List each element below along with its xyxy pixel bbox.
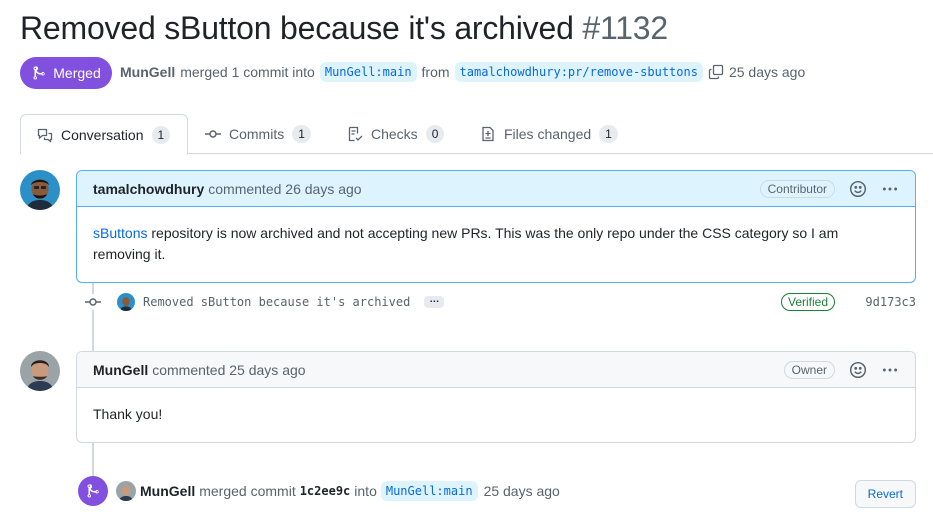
merged-state-badge: Merged	[20, 57, 112, 89]
git-commit-icon	[205, 130, 221, 138]
commit-author-avatar[interactable]	[117, 293, 135, 311]
timeline-line	[92, 442, 94, 476]
author-role-badge: Contributor	[759, 179, 835, 198]
git-commit-icon	[84, 294, 102, 310]
checklist-icon	[348, 126, 363, 142]
comment-author[interactable]: tamalchowdhury	[93, 181, 204, 197]
merge-text: merged commit	[199, 483, 296, 499]
pr-title: Removed sButton because it's archived #1…	[20, 10, 668, 47]
git-merge-icon	[33, 66, 45, 80]
verified-badge[interactable]: Verified	[781, 293, 836, 311]
comment-body: sButtons repository is now archived and …	[77, 207, 915, 281]
tab-conversation-label: Conversation	[61, 126, 144, 143]
comment-mungell: MunGell commented 25 days ago Owner Than…	[76, 351, 916, 443]
tab-files-changed-count: 1	[599, 125, 618, 143]
comment-body-text: repository is now archived and not accep…	[93, 225, 839, 262]
commit-sha[interactable]: 9d173c3	[865, 295, 916, 309]
comment-discussion-icon	[37, 128, 53, 143]
into-text: into	[354, 483, 377, 499]
commit-expand-button[interactable]: …	[424, 295, 445, 308]
tab-checks-count: 0	[425, 125, 445, 143]
merge-base-branch[interactable]: MunGell:main	[380, 481, 478, 501]
pr-author-link[interactable]: MunGell	[120, 64, 175, 80]
pr-meta: MunGell merged 1 commit into MunGell:mai…	[120, 62, 805, 82]
revert-button[interactable]: Revert	[854, 480, 916, 508]
tab-checks-label: Checks	[371, 126, 418, 142]
smiley-icon[interactable]	[849, 180, 867, 198]
tab-checks[interactable]: Checks 0	[347, 114, 445, 154]
comment-body: Thank you!	[93, 406, 163, 422]
tab-conversation[interactable]: Conversation 1	[20, 114, 188, 155]
commit-event: Removed sButton because it's archived … …	[84, 290, 916, 314]
comment-timestamp[interactable]: commented 26 days ago	[208, 181, 361, 197]
merge-author[interactable]: MunGell	[140, 483, 195, 499]
head-branch[interactable]: tamalchowdhury:pr/remove-sbuttons	[454, 62, 703, 82]
smiley-icon[interactable]	[849, 361, 867, 379]
kebab-horizontal-icon[interactable]	[881, 180, 899, 198]
kebab-horizontal-icon[interactable]	[881, 361, 899, 379]
merge-author-avatar[interactable]	[116, 481, 136, 501]
commit-message[interactable]: Removed sButton because it's archived	[143, 295, 410, 309]
file-diff-icon	[482, 126, 494, 142]
tab-commits[interactable]: Commits 1	[205, 114, 311, 154]
comment-author[interactable]: MunGell	[93, 362, 148, 378]
pr-tabs: Conversation 1 Commits 1 Checks 0 Files …	[20, 114, 933, 155]
tab-files-changed[interactable]: Files changed 1	[480, 114, 618, 154]
pr-number: #1132	[582, 10, 669, 46]
comment-header: tamalchowdhury commented 26 days ago Con…	[77, 171, 915, 207]
comment-header: MunGell commented 25 days ago Owner	[77, 352, 915, 388]
tab-conversation-count: 1	[151, 125, 171, 144]
merge-time[interactable]: 25 days ago	[484, 483, 560, 499]
merged-text: merged 1 commit into	[180, 64, 315, 80]
avatar-tamalchowdhury[interactable]	[20, 170, 60, 210]
tab-commits-count: 1	[292, 125, 311, 143]
merge-commit-sha[interactable]: 1c2ee9c	[300, 484, 351, 498]
tab-commits-label: Commits	[229, 126, 285, 142]
git-merge-icon	[78, 476, 108, 506]
merged-state-label: Merged	[53, 65, 101, 81]
merge-event: MunGell merged commit 1c2ee9c into MunGe…	[78, 476, 916, 508]
tab-files-changed-label: Files changed	[504, 126, 592, 142]
comment-timestamp[interactable]: commented 25 days ago	[152, 362, 305, 378]
comment-tamalchowdhury: tamalchowdhury commented 26 days ago Con…	[76, 170, 916, 283]
pr-time-ago: 25 days ago	[728, 64, 806, 80]
author-role-badge: Owner	[783, 360, 835, 379]
from-text: from	[421, 64, 450, 80]
avatar-mungell[interactable]	[20, 351, 60, 391]
pr-title-text: Removed sButton because it's archived	[20, 10, 574, 46]
copy-icon[interactable]	[708, 64, 724, 80]
sbuttons-link[interactable]: sButtons	[93, 225, 147, 241]
base-branch[interactable]: MunGell:main	[319, 62, 417, 82]
